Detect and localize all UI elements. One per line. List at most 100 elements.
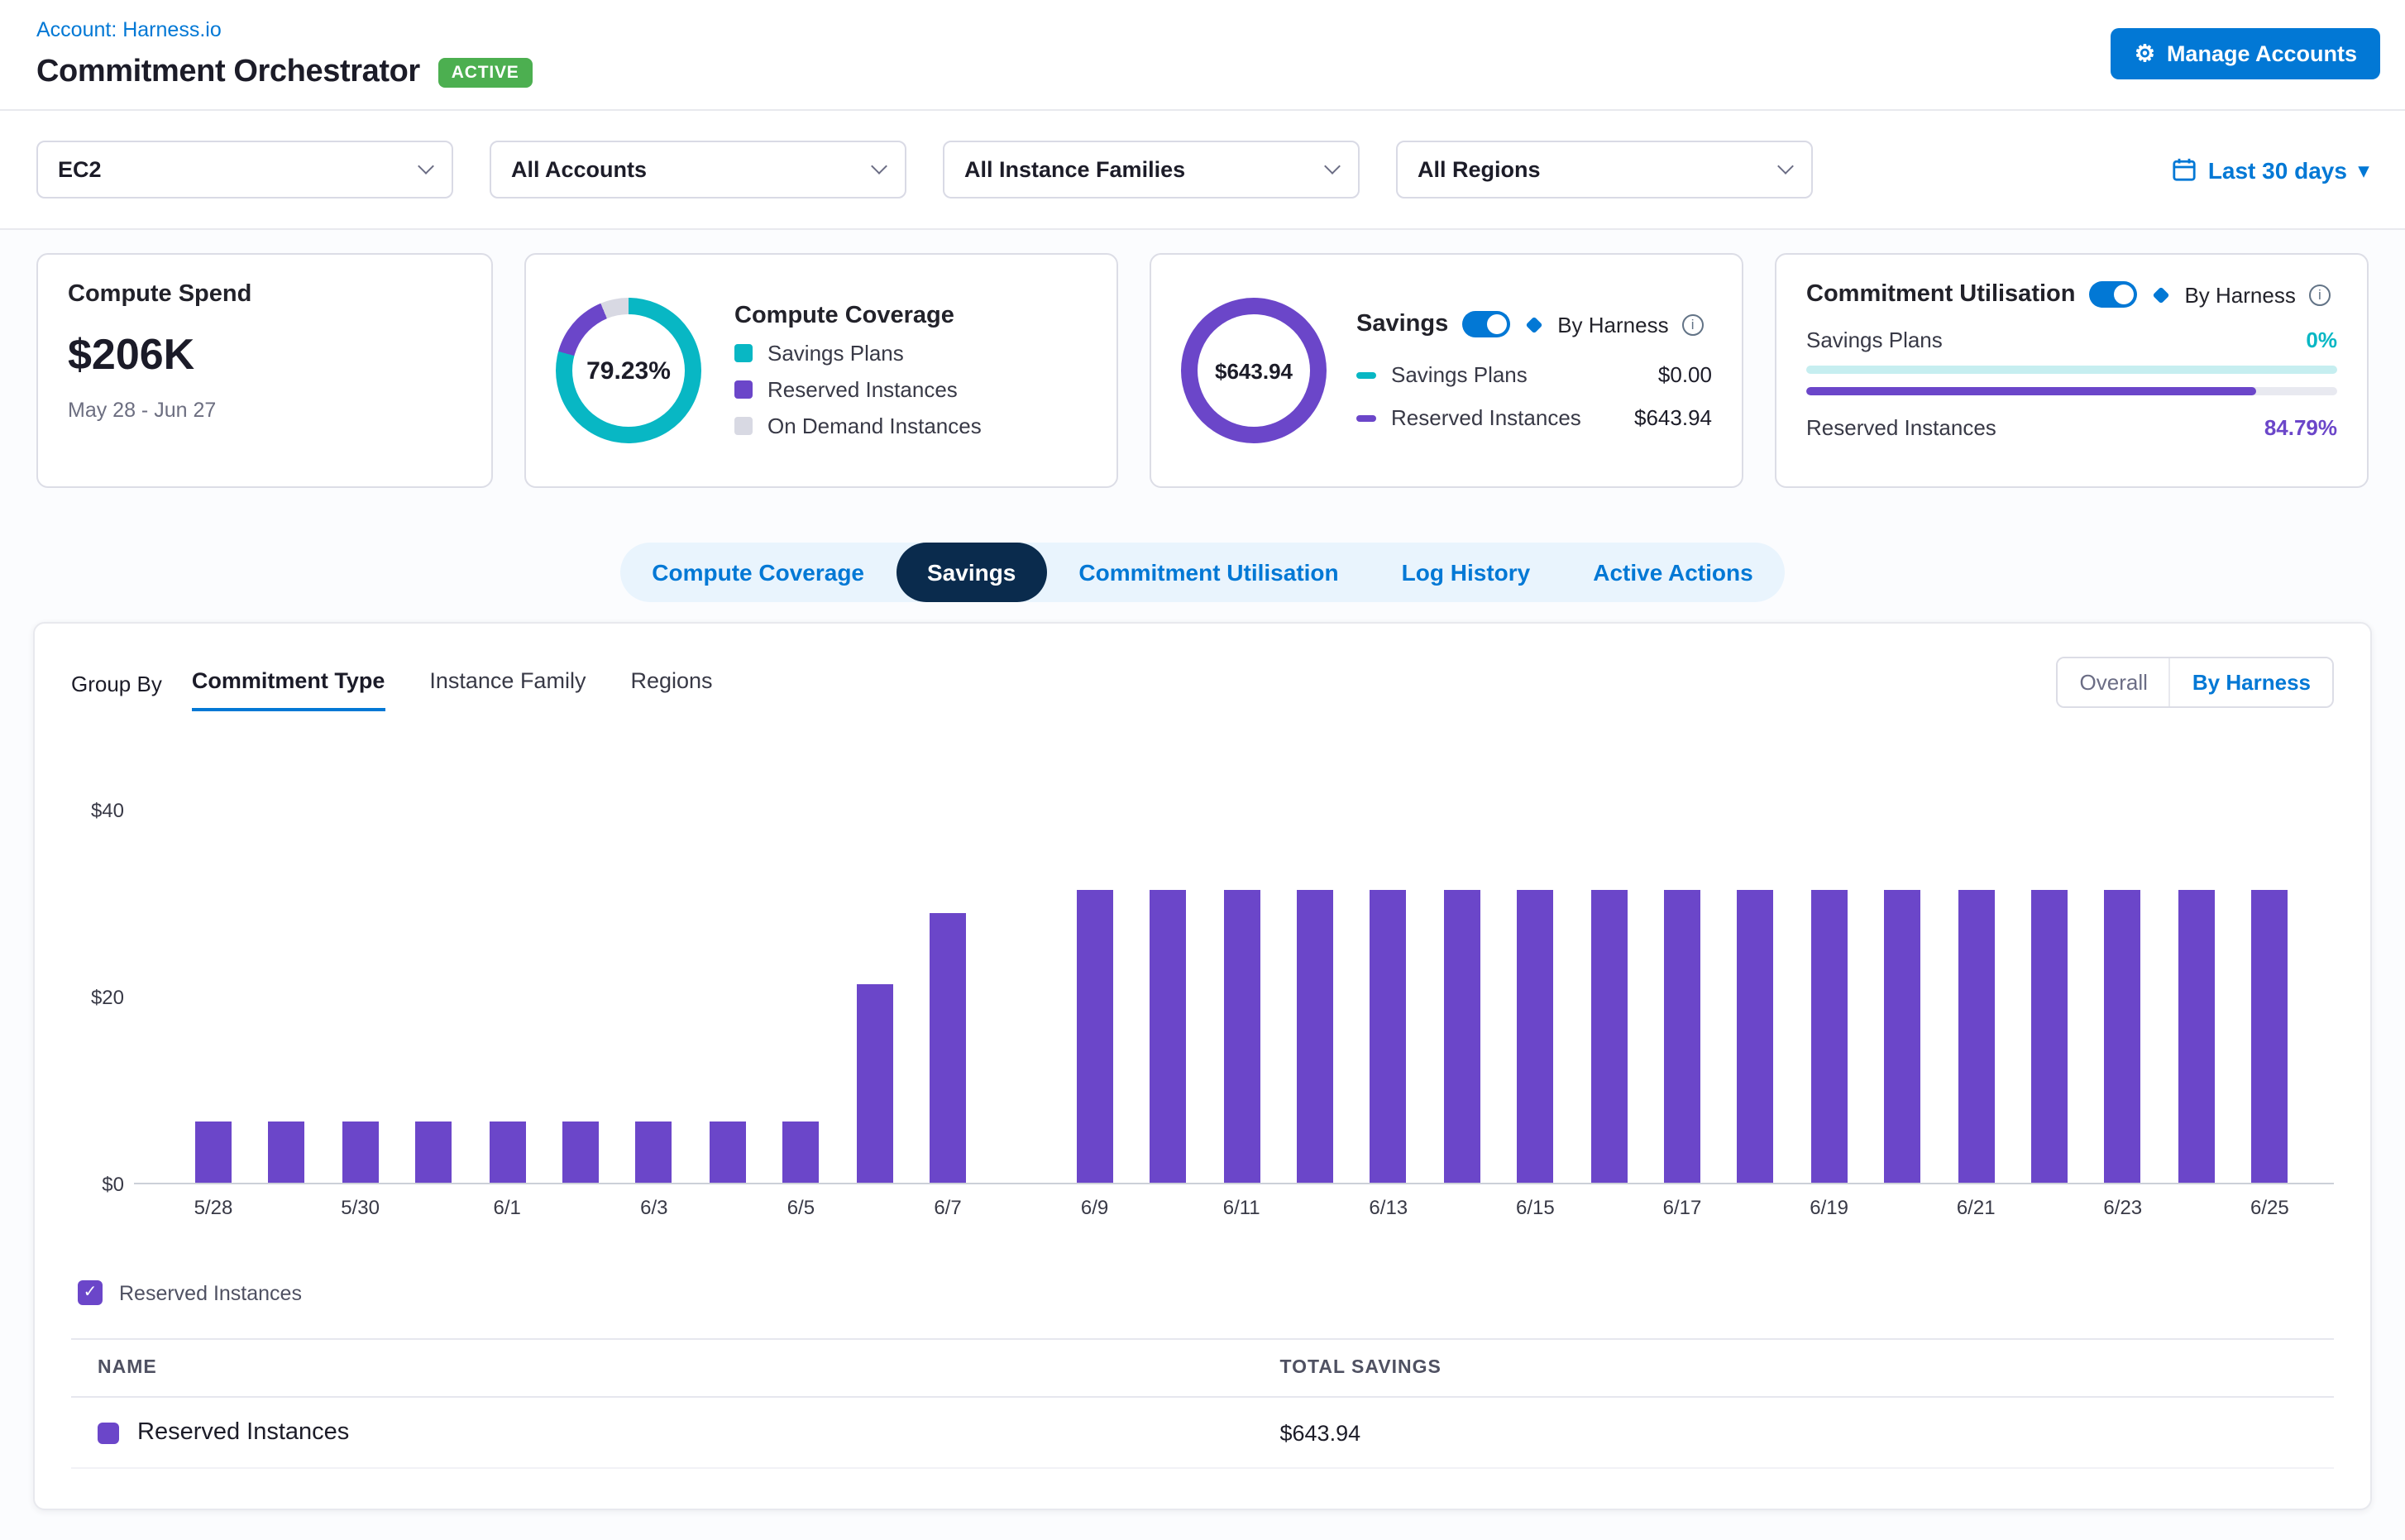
reserved-instances-legend-label: Reserved Instances — [119, 1281, 302, 1304]
viewport: Account: Harness.io Commitment Orchestra… — [0, 0, 2405, 1540]
group-by-commitment-type[interactable]: Commitment Type — [192, 668, 385, 711]
bar-6/17[interactable] — [1664, 889, 1700, 1183]
x-tick-5/30: 5/30 — [341, 1196, 380, 1219]
compute-spend-period: May 28 - Jun 27 — [68, 399, 461, 422]
info-icon[interactable]: i — [2309, 284, 2331, 305]
page-title: Commitment Orchestrator — [36, 55, 420, 91]
legend-swatch-reserved-instances — [734, 380, 753, 399]
x-tick-6/9: 6/9 — [1081, 1196, 1108, 1219]
view-toggle-by-harness[interactable]: By Harness — [2169, 658, 2332, 706]
savings-panel: Group By Commitment TypeInstance FamilyR… — [33, 622, 2372, 1510]
x-tick-6/15: 6/15 — [1516, 1196, 1555, 1219]
bar-6/6[interactable] — [856, 983, 892, 1183]
bar-6/24[interactable] — [2178, 889, 2215, 1183]
bar-6/7[interactable] — [930, 912, 966, 1183]
bar-5/28[interactable] — [195, 1121, 232, 1183]
bar-6/20[interactable] — [1884, 889, 1920, 1183]
commitment-utilisation-title: Commitment Utilisation — [1806, 281, 2075, 308]
filter-bar: EC2 All Accounts All Instance Families A… — [0, 109, 2405, 230]
bar-6/23[interactable] — [2105, 889, 2141, 1183]
bar-6/5[interactable] — [782, 1121, 819, 1183]
page-header: Account: Harness.io Commitment Orchestra… — [0, 0, 2405, 109]
compute-spend-title: Compute Spend — [68, 281, 461, 308]
savings-table: NAME TOTAL SAVINGS Reserved Instances$64… — [71, 1338, 2334, 1469]
savings-row-label: Savings Plans — [1391, 362, 1528, 387]
accounts-filter-select[interactable]: All Accounts — [490, 141, 906, 198]
reserved-instances-legend-swatch[interactable]: ✓ — [78, 1280, 103, 1305]
service-filter-value: EC2 — [58, 157, 102, 182]
commitment-utilisation-card: Commitment Utilisation By Harness i Savi… — [1775, 253, 2369, 488]
tab-commitment-utilisation[interactable]: Commitment Utilisation — [1047, 543, 1370, 602]
table-header-total-savings: TOTAL SAVINGS — [1280, 1358, 2308, 1378]
savings-swatch-savings-plans — [1356, 371, 1376, 378]
x-tick-6/23: 6/23 — [2103, 1196, 2142, 1219]
savings-row-label: Reserved Instances — [1391, 405, 1581, 430]
y-tick-40: $40 — [91, 799, 124, 822]
group-by-options: Commitment Type Instance Family Regions — [192, 668, 758, 711]
bar-6/3[interactable] — [636, 1121, 672, 1183]
savings-total-value: $643.94 — [1181, 298, 1327, 443]
bar-6/21[interactable] — [1958, 889, 1994, 1183]
account-link[interactable]: Account: Harness.io — [36, 18, 222, 41]
utilisation-reserved-instances-meter — [1806, 387, 2337, 395]
bar-6/12[interactable] — [1297, 889, 1333, 1183]
info-icon[interactable]: i — [1682, 313, 1704, 335]
bar-6/22[interactable] — [2031, 889, 2068, 1183]
legend-swatch-on-demand-instances — [734, 417, 753, 435]
bar-6/1[interactable] — [489, 1121, 525, 1183]
manage-accounts-button[interactable]: ⚙ Manage Accounts — [2111, 27, 2380, 79]
table-row: Reserved Instances$643.94 — [71, 1398, 2334, 1469]
regions-filter-value: All Regions — [1418, 157, 1541, 182]
harness-logo-icon — [1523, 313, 1544, 335]
bar-5/30[interactable] — [342, 1121, 379, 1183]
regions-filter-select[interactable]: All Regions — [1396, 141, 1813, 198]
bar-6/13[interactable] — [1370, 889, 1407, 1183]
chart-plot-area: 5/285/306/16/36/56/76/96/116/136/156/176… — [134, 787, 2334, 1184]
compute-spend-value: $206K — [68, 329, 461, 380]
table-header: NAME TOTAL SAVINGS — [71, 1338, 2334, 1398]
view-toggle-overall[interactable]: Overall — [2058, 658, 2169, 706]
tab-active-actions[interactable]: Active Actions — [1561, 543, 1784, 602]
savings-by-harness-toggle[interactable] — [1461, 311, 1509, 337]
y-tick-0: $0 — [102, 1173, 124, 1196]
x-tick-5/28: 5/28 — [194, 1196, 233, 1219]
bar-6/11[interactable] — [1223, 889, 1260, 1183]
date-range-picker[interactable]: Last 30 days ▾ — [2172, 156, 2369, 183]
group-by-instance-family[interactable]: Instance Family — [429, 668, 586, 711]
chevron-down-icon — [418, 158, 434, 175]
row-series-swatch — [98, 1422, 119, 1443]
compute-coverage-right: Compute Coverage Savings PlansReserved I… — [734, 303, 982, 438]
bar-6/2[interactable] — [562, 1121, 599, 1183]
bar-6/16[interactable] — [1590, 889, 1627, 1183]
x-tick-6/5: 6/5 — [787, 1196, 815, 1219]
coverage-legend-label: Savings Plans — [767, 341, 904, 366]
bar-6/18[interactable] — [1738, 889, 1774, 1183]
savings-card-right: Savings By Harness i Savings Plans$0.00R… — [1356, 311, 1712, 430]
bar-6/19[interactable] — [1811, 889, 1848, 1183]
compute-coverage-title: Compute Coverage — [734, 303, 982, 329]
row-name-label: Reserved Instances — [137, 1419, 349, 1446]
tab-log-history[interactable]: Log History — [1370, 543, 1562, 602]
overall-by-harness-toggle: OverallBy Harness — [2057, 657, 2334, 708]
bar-5/31[interactable] — [415, 1121, 452, 1183]
tab-compute-coverage[interactable]: Compute Coverage — [620, 543, 896, 602]
savings-by-harness-label: By Harness — [1557, 312, 1668, 337]
utilisation-reserved-instances-row: Reserved Instances 84.79% — [1806, 415, 2337, 440]
bar-6/4[interactable] — [710, 1121, 746, 1183]
compute-coverage-legend: Savings PlansReserved InstancesOn Demand… — [734, 341, 982, 438]
bar-5/29[interactable] — [269, 1121, 305, 1183]
bar-6/15[interactable] — [1517, 889, 1553, 1183]
calendar-icon — [2172, 157, 2197, 182]
group-by-regions[interactable]: Regions — [630, 668, 712, 711]
bar-6/14[interactable] — [1444, 889, 1480, 1183]
service-filter-select[interactable]: EC2 — [36, 141, 453, 198]
utilisation-savings-plans-value: 0% — [2306, 328, 2337, 352]
gear-icon: ⚙ — [2135, 41, 2155, 65]
bar-6/9[interactable] — [1077, 889, 1113, 1183]
bar-6/25[interactable] — [2251, 889, 2288, 1183]
group-by-row: Group By Commitment TypeInstance FamilyR… — [71, 657, 2334, 711]
tab-savings[interactable]: Savings — [896, 543, 1047, 602]
bar-6/10[interactable] — [1150, 889, 1186, 1183]
utilisation-by-harness-toggle[interactable] — [2088, 281, 2136, 308]
instance-families-filter-select[interactable]: All Instance Families — [943, 141, 1360, 198]
